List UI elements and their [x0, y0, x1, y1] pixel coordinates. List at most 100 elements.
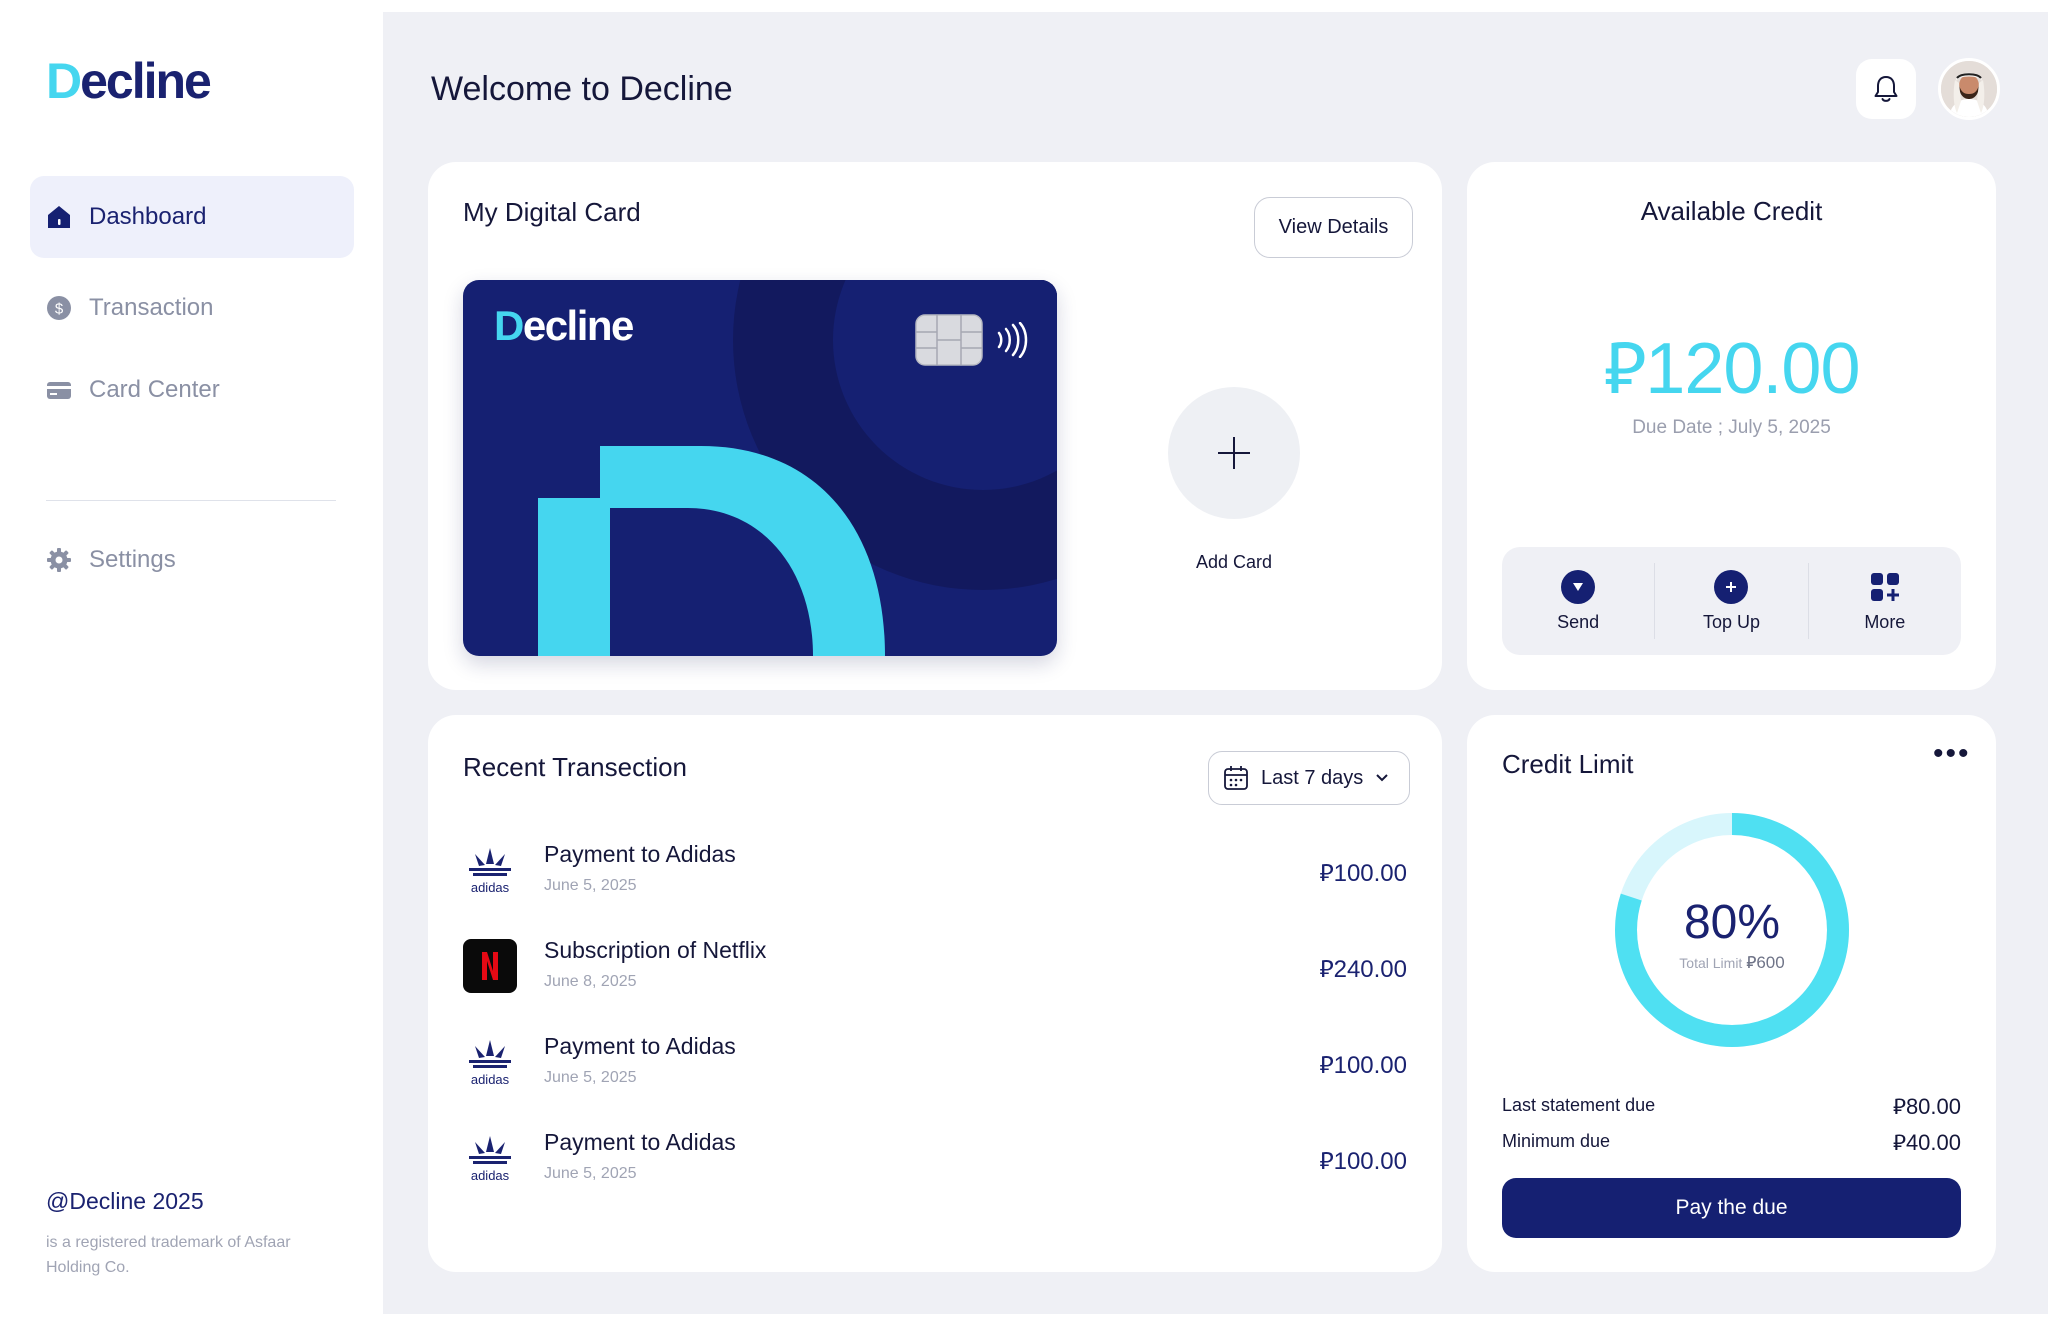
calendar-icon [1224, 766, 1248, 790]
sidebar-item-label: Card Center [89, 376, 220, 403]
recent-transactions-title: Recent Transection [463, 752, 688, 782]
last-statement-label: Last statement due [1502, 1095, 1656, 1115]
minimum-due-label: Minimum due [1502, 1131, 1611, 1151]
more-button[interactable]: More [1809, 563, 1961, 639]
transaction-row[interactable]: adidas Payment to Adidas June 5, 2025 ⃁1… [463, 1125, 1407, 1195]
sidebar-item-settings[interactable]: Settings [30, 519, 354, 601]
send-icon [1561, 569, 1596, 604]
more-options-icon[interactable]: ••• [1933, 737, 1971, 771]
due-date: Due Date ; July 5, 2025 [1632, 417, 1831, 438]
currency-symbol: ⃁ [1603, 329, 1647, 409]
transaction-name: Payment to Adidas [544, 1033, 736, 1059]
transaction-date: June 5, 2025 [544, 1165, 637, 1182]
transaction-amount-value: 100.00 [1333, 1148, 1407, 1175]
sidebar-item-card-center[interactable]: Card Center [30, 349, 354, 431]
top-up-button[interactable]: Top Up [1655, 563, 1809, 639]
svg-text:$: $ [55, 301, 64, 318]
last-statement-amount: 80.00 [1905, 1094, 1961, 1119]
transaction-amount: ⃁100.00 [1319, 1049, 1407, 1080]
adidas-logo: adidas [463, 1131, 517, 1185]
contactless-icon [997, 322, 1028, 358]
svg-text:adidas: adidas [471, 880, 510, 895]
transaction-name: Payment to Adidas [544, 1129, 736, 1155]
credit-limit-title: Credit Limit [1502, 749, 1634, 779]
transaction-amount: ⃁100.00 [1319, 1145, 1407, 1176]
plus-icon [1218, 437, 1250, 469]
total-limit: Total Limit ⃁600 [1612, 951, 1852, 973]
sidebar: Decline Dashboard $ Transaction Card Cen… [0, 0, 383, 1317]
date-range-label: Last 7 days [1261, 766, 1364, 789]
transaction-amount-value: 100.00 [1333, 860, 1407, 887]
svg-text:adidas: adidas [471, 1072, 510, 1087]
app-logo[interactable]: Decline [46, 52, 212, 110]
chevron-down-icon [1376, 774, 1389, 782]
add-card-button[interactable] [1168, 387, 1300, 519]
home-icon [46, 204, 72, 230]
more-label: More [1864, 611, 1906, 632]
logo-letter: D [46, 53, 82, 109]
transaction-amount-value: 100.00 [1333, 1052, 1407, 1079]
available-credit-panel: Available Credit ⃁120.00 Due Date ; July… [1467, 162, 1996, 690]
minimum-due-value: ⃁40.00 [1893, 1129, 1961, 1157]
send-label: Send [1557, 611, 1600, 632]
logo-text: ecline [80, 53, 212, 109]
transaction-row[interactable]: Subscription of Netflix June 8, 2025 ⃁24… [463, 933, 1407, 1003]
recent-transactions-panel: Recent Transection Last 7 days adidas Pa… [428, 715, 1442, 1272]
main-content: Welcome to Decline My Digital Card View … [383, 12, 2048, 1314]
grid-icon [1868, 570, 1902, 604]
pay-due-button[interactable]: Pay the due [1502, 1178, 1961, 1238]
currency-symbol: ⃁ [1319, 1052, 1334, 1079]
card-logo-text: ecline [522, 302, 635, 349]
chip-icon [915, 314, 983, 366]
currency-symbol: ⃁ [1746, 953, 1757, 972]
transaction-name: Payment to Adidas [544, 841, 736, 867]
last-statement-value: ⃁80.00 [1893, 1093, 1961, 1121]
digital-card-panel: My Digital Card View Details Decline Add… [428, 162, 1442, 690]
transaction-row[interactable]: adidas Payment to Adidas June 5, 2025 ⃁1… [463, 1029, 1407, 1099]
sidebar-item-label: Settings [89, 546, 176, 573]
transaction-date: June 8, 2025 [544, 973, 637, 990]
gear-icon [46, 547, 72, 573]
credit-card-icon [46, 377, 72, 403]
plus-icon [1714, 569, 1749, 604]
send-button[interactable]: Send [1502, 563, 1656, 639]
transaction-date: June 5, 2025 [544, 877, 637, 894]
quick-actions: Send Top Up More [1502, 547, 1961, 655]
top-up-label: Top Up [1702, 611, 1761, 632]
sidebar-item-label: Transaction [89, 294, 214, 321]
avatar[interactable] [1938, 58, 2000, 120]
sidebar-item-transaction[interactable]: $ Transaction [30, 267, 354, 349]
adidas-logo: adidas [463, 843, 517, 897]
bell-icon [1874, 76, 1898, 102]
date-range-dropdown[interactable]: Last 7 days [1208, 751, 1410, 805]
currency-symbol: ⃁ [1319, 1148, 1334, 1175]
total-limit-value: 600 [1756, 953, 1785, 972]
digital-card-title: My Digital Card [463, 197, 641, 227]
transaction-amount: ⃁100.00 [1319, 857, 1407, 888]
view-details-button[interactable]: View Details [1254, 197, 1413, 258]
footer-title: @Decline 2025 [46, 1188, 204, 1214]
currency-symbol: ⃁ [1892, 1130, 1906, 1155]
dollar-circle-icon: $ [46, 295, 72, 321]
svg-text:adidas: adidas [471, 1168, 510, 1183]
notifications-button[interactable] [1856, 59, 1916, 119]
minimum-due-row: Minimum due ⃁40.00 [1502, 1130, 1961, 1155]
transaction-amount-value: 240.00 [1333, 956, 1407, 983]
sidebar-item-dashboard[interactable]: Dashboard [30, 176, 354, 258]
card-logo: Decline [494, 302, 635, 350]
total-limit-label: Total Limit [1679, 955, 1743, 971]
credit-percent: 80% [1683, 896, 1781, 949]
transaction-row[interactable]: adidas Payment to Adidas June 5, 2025 ⃁1… [463, 837, 1407, 907]
transaction-date: June 5, 2025 [544, 1069, 637, 1086]
footer-text: is a registered trademark of Asfaar Hold… [46, 1234, 291, 1276]
available-credit-title: Available Credit [1640, 196, 1823, 226]
add-card-label: Add Card [1195, 552, 1273, 572]
credit-card[interactable]: Decline [463, 280, 1057, 656]
currency-symbol: ⃁ [1892, 1094, 1906, 1119]
credit-amount-value: 120.00 [1645, 329, 1860, 409]
transaction-amount: ⃁240.00 [1319, 953, 1407, 984]
transaction-name: Subscription of Netflix [544, 937, 767, 963]
card-logo-letter: D [494, 302, 524, 349]
sidebar-item-label: Dashboard [89, 203, 207, 230]
currency-symbol: ⃁ [1319, 956, 1334, 983]
